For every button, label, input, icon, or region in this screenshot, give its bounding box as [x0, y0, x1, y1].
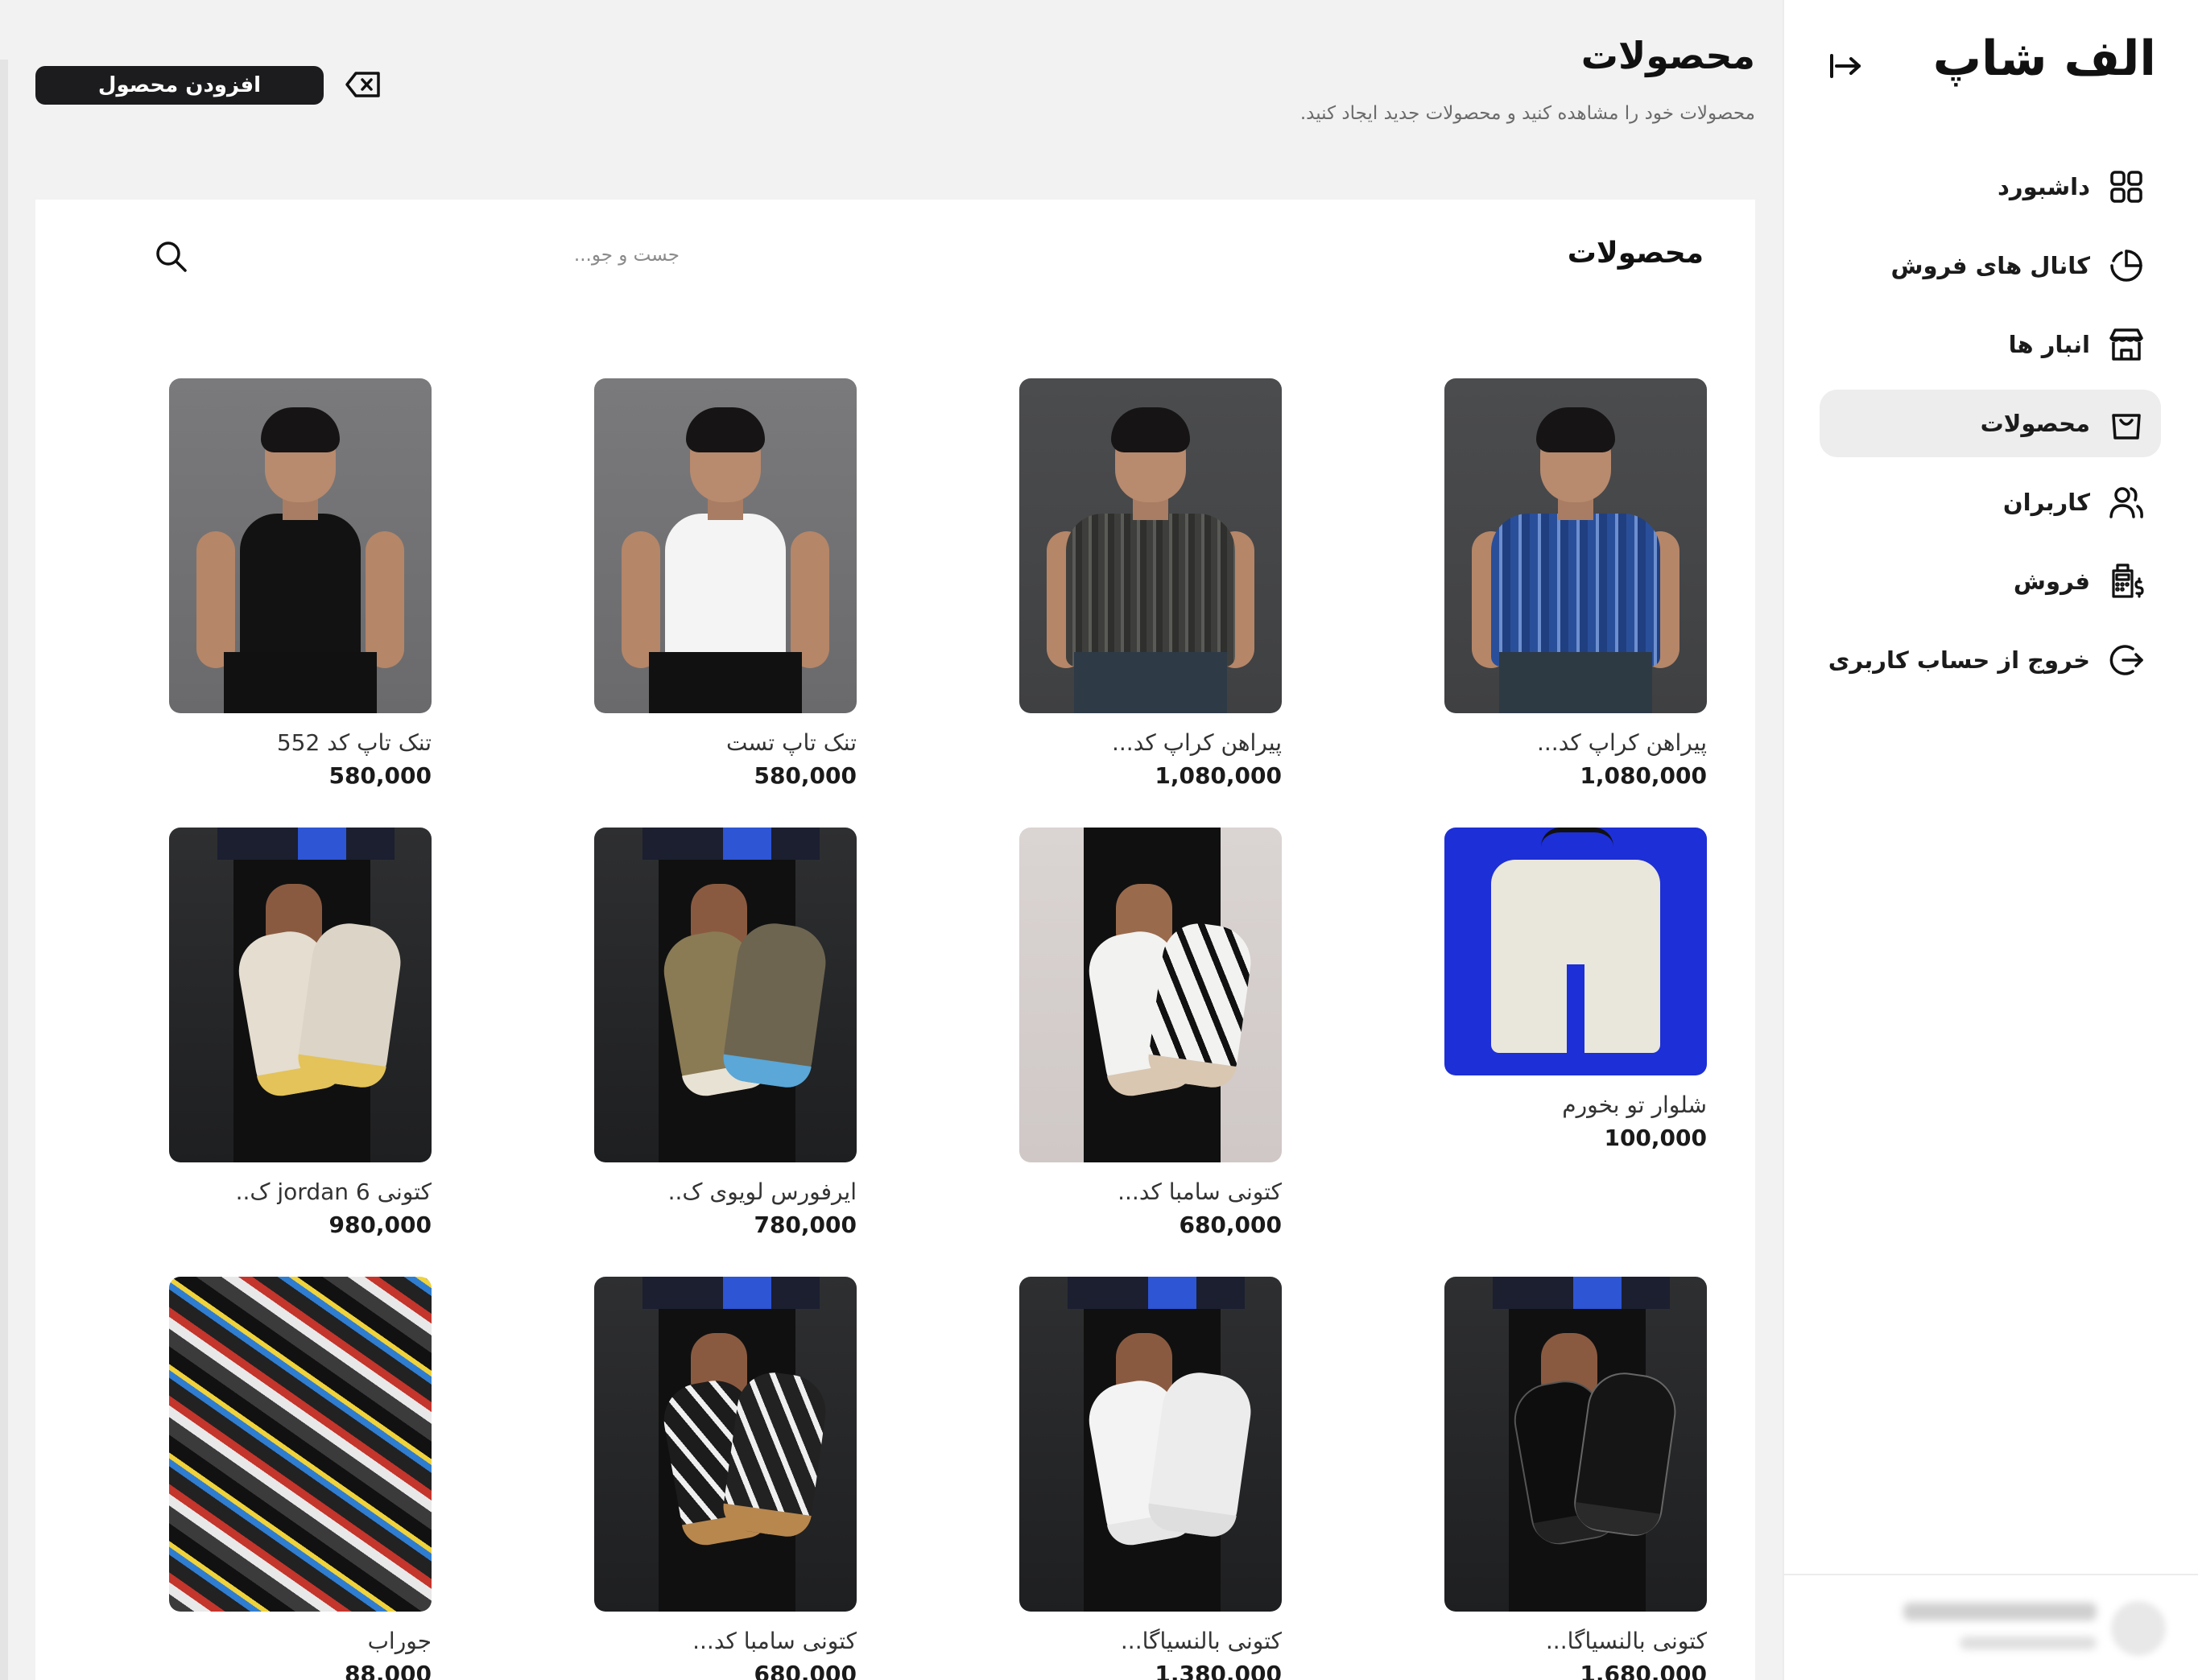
logout-icon	[2108, 642, 2145, 679]
sidebar: الف شاپ داشبورد کانال های فروش انبار ها	[1783, 0, 2198, 1680]
product-price: 580,000	[328, 762, 432, 789]
product-image	[169, 1277, 432, 1612]
product-name: کتونی سامبا کد...	[692, 1628, 857, 1654]
grid-icon	[2108, 168, 2145, 205]
product-card[interactable]: جوراب 88,000	[169, 1277, 432, 1680]
product-card[interactable]: کتونی jordan 6 ک.. 980,000	[169, 828, 432, 1238]
product-name: تنک تاپ تست	[725, 729, 857, 756]
products-card: محصولات پیراهن کراپ کد... 1,080,000 پیرا…	[35, 200, 1755, 1680]
collapse-arrow-icon	[1830, 54, 1861, 78]
product-price: 1,080,000	[1580, 762, 1707, 789]
sidebar-item-label: داشبورد	[1998, 173, 2090, 200]
sidebar-nav: داشبورد کانال های فروش انبار ها محصولات …	[1820, 153, 2161, 705]
avatar	[2111, 1601, 2166, 1656]
product-image	[169, 378, 432, 713]
product-name: جوراب	[367, 1628, 432, 1654]
page-subtitle: محصولات خود را مشاهده کنید و محصولات جدی…	[1299, 103, 1755, 124]
product-name: تنک تاپ کد 552	[276, 729, 432, 756]
product-card[interactable]: کتونی بالنسیاگا... 1,380,000	[1019, 1277, 1282, 1680]
product-card[interactable]: تنک تاپ تست 580,000	[594, 378, 857, 789]
product-image	[1019, 828, 1282, 1162]
product-name: پیراهن کراپ کد...	[1112, 729, 1282, 756]
product-image	[1444, 378, 1707, 713]
account-name-blurred	[1903, 1603, 2097, 1620]
product-image	[1444, 1277, 1707, 1612]
product-image	[1019, 1277, 1282, 1612]
product-price: 780,000	[754, 1211, 857, 1238]
product-price: 1,380,000	[1155, 1661, 1282, 1680]
product-name: کتونی بالنسیاگا...	[1545, 1628, 1707, 1654]
product-name: پیراهن کراپ کد...	[1537, 729, 1707, 756]
card-title: محصولات	[1567, 237, 1704, 270]
product-card[interactable]: تنک تاپ کد 552 580,000	[169, 378, 432, 789]
product-image	[594, 1277, 857, 1612]
product-name: کتونی jordan 6 ک..	[235, 1178, 432, 1205]
product-card[interactable]: پیراهن کراپ کد... 1,080,000	[1444, 378, 1707, 789]
brand-logo[interactable]: الف شاپ	[1933, 31, 2158, 87]
sidebar-item-sales[interactable]: فروش	[1820, 547, 2161, 615]
product-price: 100,000	[1604, 1125, 1707, 1151]
product-name: ایرفورس لویوی ک..	[667, 1178, 857, 1205]
search-input[interactable]	[196, 235, 680, 275]
sidebar-item-sales-channels[interactable]: کانال های فروش	[1820, 232, 2161, 299]
sidebar-item-label: کاربران	[2002, 489, 2090, 516]
product-price: 88,000	[344, 1661, 432, 1680]
collapse-sidebar-button[interactable]	[1824, 45, 1866, 87]
product-price: 1,680,000	[1580, 1661, 1707, 1680]
product-card[interactable]: کتونی سامبا کد... 680,000	[594, 1277, 857, 1680]
shopping-bag-icon	[2108, 405, 2145, 442]
product-price: 680,000	[754, 1661, 857, 1680]
product-grid: پیراهن کراپ کد... 1,080,000 پیراهن کراپ …	[134, 378, 1707, 1680]
product-card[interactable]: شلوار تو بخورم 100,000	[1444, 828, 1707, 1238]
product-card[interactable]: پیراهن کراپ کد... 1,080,000	[1019, 378, 1282, 789]
product-name: کتونی بالنسیاگا...	[1120, 1628, 1282, 1654]
sidebar-item-users[interactable]: کاربران	[1820, 469, 2161, 536]
product-name: شلوار تو بخورم	[1562, 1092, 1707, 1118]
sidebar-item-label: فروش	[2013, 568, 2090, 595]
store-icon	[2108, 326, 2145, 363]
product-price: 980,000	[328, 1211, 432, 1238]
page-title: محصولات	[1580, 34, 1755, 77]
backspace-icon	[345, 72, 380, 97]
product-price: 580,000	[754, 762, 857, 789]
product-price: 680,000	[1179, 1211, 1282, 1238]
users-icon	[2108, 484, 2145, 521]
sidebar-item-label: محصولات	[1980, 410, 2090, 437]
product-card[interactable]: کتونی بالنسیاگا... 1,680,000	[1444, 1277, 1707, 1680]
product-image	[1019, 378, 1282, 713]
sidebar-item-logout[interactable]: خروج از حساب کاربری	[1820, 626, 2161, 694]
product-image	[594, 378, 857, 713]
sidebar-item-warehouses[interactable]: انبار ها	[1820, 311, 2161, 378]
cash-register-icon	[2108, 563, 2145, 600]
product-price: 1,080,000	[1155, 762, 1282, 789]
account-panel[interactable]	[1783, 1574, 2198, 1680]
product-card[interactable]: کتونی سامبا کد... 680,000	[1019, 828, 1282, 1238]
product-card[interactable]: ایرفورس لویوی ک.. 780,000	[594, 828, 857, 1238]
sidebar-item-label: انبار ها	[2008, 331, 2090, 358]
clear-button[interactable]	[343, 68, 383, 101]
product-image	[594, 828, 857, 1162]
sidebar-item-products[interactable]: محصولات	[1820, 390, 2161, 457]
product-image	[1444, 828, 1707, 1075]
add-product-button[interactable]: افزودن محصول	[35, 66, 324, 105]
sidebar-item-label: خروج از حساب کاربری	[1828, 646, 2090, 674]
account-detail-blurred	[1960, 1637, 2097, 1649]
sidebar-item-dashboard[interactable]: داشبورد	[1820, 153, 2161, 221]
pie-chart-icon	[2108, 247, 2145, 284]
product-image	[169, 828, 432, 1162]
sidebar-item-label: کانال های فروش	[1890, 252, 2090, 279]
window-scrollbar[interactable]	[0, 60, 8, 1680]
product-name: کتونی سامبا کد...	[1118, 1178, 1282, 1205]
search-icon[interactable]	[153, 238, 188, 274]
